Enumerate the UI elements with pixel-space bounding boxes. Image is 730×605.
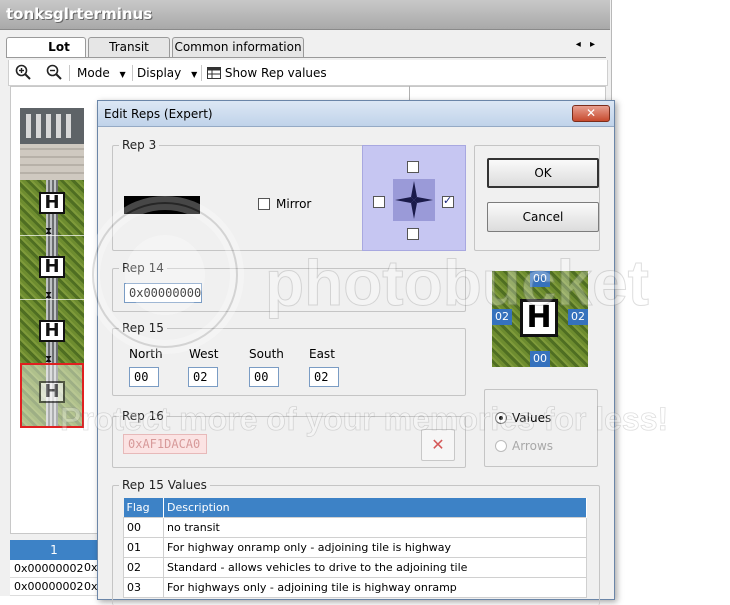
table-cell: 0x [84, 580, 98, 593]
rep15-values-table: Flag Description 00 no transit 01 For hi… [123, 498, 587, 598]
tab-row: Lot Transit Switch Common information ◂ … [6, 37, 606, 73]
rep15-group: Rep 15 [112, 321, 466, 396]
table-header [80, 540, 98, 560]
direction-south-checkbox[interactable] [407, 228, 419, 240]
values-radio[interactable] [495, 412, 507, 424]
toolbar-separator [201, 65, 202, 81]
rep16-label: Rep 16 [119, 409, 167, 423]
flag-cell: 01 [123, 536, 164, 558]
tab-lot[interactable]: Lot [6, 37, 86, 58]
background-area [614, 0, 730, 596]
table-header-row: Flag Description [123, 498, 587, 517]
zoom-out-icon[interactable] [46, 64, 62, 82]
arrows-label: Arrows [512, 439, 554, 453]
mirror-checkbox[interactable] [258, 198, 270, 210]
helipad-h-icon: H [39, 320, 65, 342]
direction-west-checkbox[interactable] [373, 196, 385, 208]
rep15-north-label: North [129, 347, 163, 361]
preview-north-badge: 00 [530, 271, 550, 287]
title-bar: tonksglrterminus [0, 0, 610, 30]
window-title: tonksglrterminus [6, 5, 153, 23]
zoom-in-icon[interactable] [15, 64, 31, 82]
rep14-label: Rep 14 [119, 261, 167, 275]
preview-south-badge: 00 [530, 351, 550, 367]
rep15-south-label: South [249, 347, 284, 361]
chevron-down-icon: ▼ [191, 70, 198, 79]
display-dropdown[interactable]: Display ▼ [137, 64, 197, 82]
tab-divider [6, 57, 606, 58]
flag-cell: 02 [123, 556, 164, 578]
rep15-west-input[interactable]: 02 [188, 367, 218, 387]
close-button[interactable]: ✕ [572, 105, 610, 122]
helipad-h-icon: H [39, 381, 65, 403]
rep15-east-input[interactable]: 02 [309, 367, 339, 387]
direction-north-checkbox[interactable] [407, 161, 419, 173]
rep15-values-label: Rep 15 Values [119, 478, 210, 492]
ok-button[interactable]: OK [487, 158, 599, 188]
mode-dropdown[interactable]: Mode ▼ [77, 64, 126, 82]
rep15-south-input[interactable]: 00 [249, 367, 279, 387]
edit-reps-dialog: Edit Reps (Expert) ✕ Rep 3 Mirror OK Can… [97, 100, 615, 605]
direction-selector [362, 145, 466, 251]
flag-cell: 03 [123, 576, 164, 598]
clear-icon: ✕ [431, 435, 445, 454]
cancel-button[interactable]: Cancel [487, 202, 599, 232]
road-tile [20, 108, 84, 144]
show-rep-values-button[interactable]: Show Rep values [207, 64, 327, 82]
flag-cell: 00 [123, 516, 164, 538]
tab-common-information[interactable]: Common information [172, 37, 304, 57]
table-icon [207, 66, 225, 80]
dialog-title: Edit Reps (Expert) [104, 107, 213, 121]
flag-column-header[interactable]: Flag [123, 498, 164, 517]
rep14-input[interactable]: 0x00000000 [124, 283, 202, 303]
compass-icon [393, 179, 435, 221]
tab-lot-label: Lot [48, 40, 70, 54]
chevron-down-icon: ▼ [119, 70, 126, 79]
values-label: Values [512, 411, 552, 425]
toolbar-separator [69, 65, 70, 81]
description-cell: For highway onramp only - adjoining tile… [163, 536, 587, 558]
selected-tile[interactable]: H [20, 363, 84, 428]
rep3-preview-bar [124, 196, 200, 214]
table-row[interactable]: 00 no transit [123, 516, 587, 538]
rep3-label: Rep 3 [119, 138, 160, 152]
show-rep-values-label: Show Rep values [224, 66, 327, 80]
display-options-group [484, 389, 598, 467]
rep15-east-label: East [309, 347, 335, 361]
lot-tile-strip[interactable]: H ⧗ H ⧗ H ⧗ H [20, 108, 84, 428]
preview-west-badge: 02 [492, 309, 512, 325]
toolbar-separator [132, 65, 133, 81]
helipad-h-icon: H [39, 192, 65, 214]
rep15-label: Rep 15 [119, 321, 167, 335]
transit-arrow-icon: ⧗ [45, 226, 53, 237]
description-cell: no transit [163, 516, 587, 538]
description-cell: For highways only - adjoining tile is hi… [163, 576, 587, 598]
tile-preview: H 00 02 02 00 [492, 271, 588, 367]
table-row[interactable]: 02 Standard - allows vehicles to drive t… [123, 556, 587, 578]
rep16-input[interactable]: 0xAF1DACA0 [123, 434, 207, 454]
table-row[interactable]: 03 For highways only - adjoining tile is… [123, 576, 587, 598]
preview-east-badge: 02 [568, 309, 588, 325]
toolbar: Mode ▼ Display ▼ Show Rep values [8, 60, 608, 86]
description-cell: Standard - allows vehicles to drive to t… [163, 556, 587, 578]
rep15-west-label: West [189, 347, 219, 361]
tab-transit-switch[interactable]: Transit Switch [88, 37, 170, 73]
tab-scroll-arrows[interactable]: ◂ ▸ [576, 39, 598, 50]
direction-east-checkbox[interactable] [442, 194, 454, 208]
display-label: Display [137, 66, 182, 80]
description-column-header[interactable]: Description [163, 498, 587, 517]
transit-arrow-icon: ⧗ [45, 290, 53, 301]
mirror-label: Mirror [276, 197, 312, 211]
dialog-title-bar: Edit Reps (Expert) ✕ [98, 101, 614, 127]
helipad-h-icon: H [520, 299, 558, 337]
rep15-north-input[interactable]: 00 [129, 367, 159, 387]
clear-rep16-button[interactable]: ✕ [421, 429, 455, 461]
arrows-radio[interactable] [495, 440, 507, 452]
concrete-tile [20, 144, 84, 180]
table-cell: 0x [84, 561, 98, 574]
tab-common-information-label: Common information [174, 40, 302, 54]
table-row[interactable]: 01 For highway onramp only - adjoining t… [123, 536, 587, 558]
mode-label: Mode [77, 66, 110, 80]
helipad-h-icon: H [39, 256, 65, 278]
